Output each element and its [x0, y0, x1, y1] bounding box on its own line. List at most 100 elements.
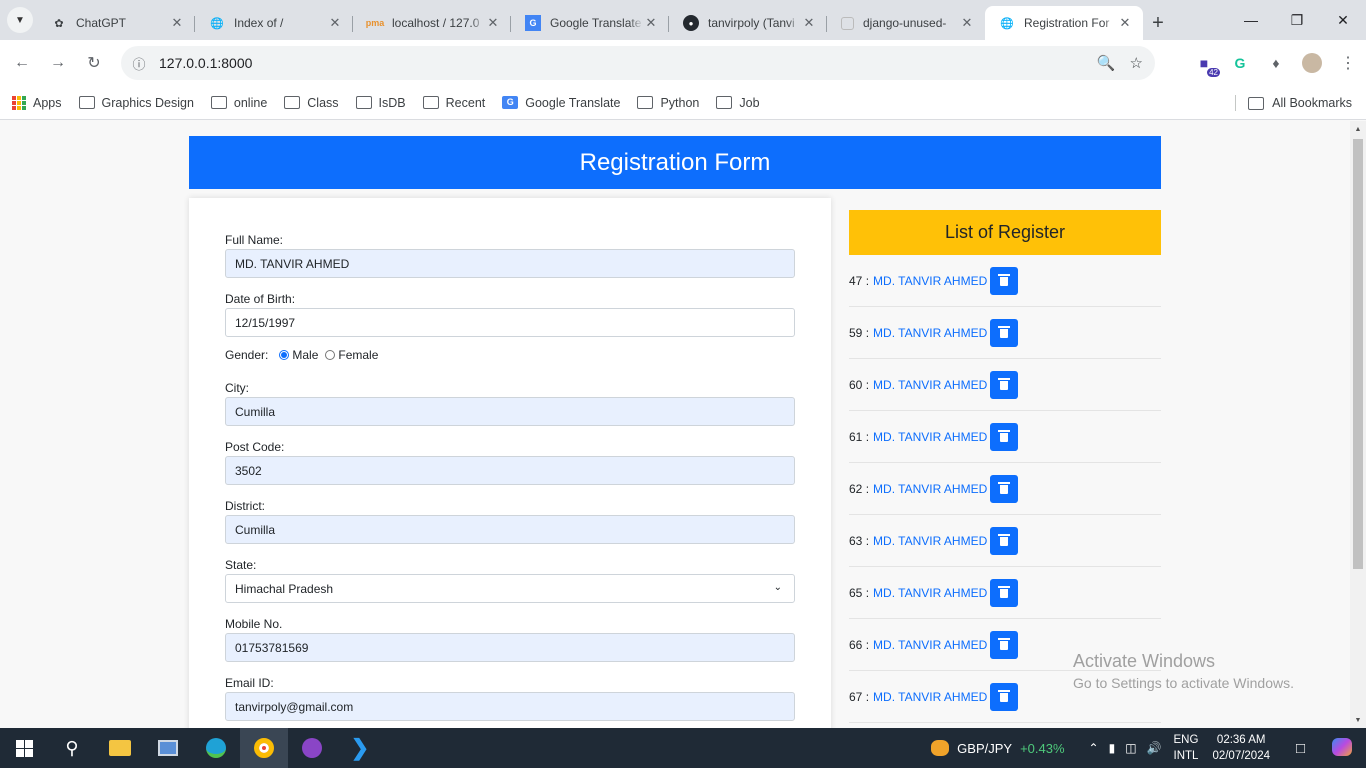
scrollbar-thumb[interactable] — [1353, 139, 1363, 569]
register-link[interactable]: MD. TANVIR AHMED — [873, 378, 987, 392]
folder-icon — [422, 96, 439, 109]
bookmark-star-icon[interactable]: ☆ — [1130, 54, 1143, 72]
browser-tab-active[interactable]: 🌐 Registration For ✕ — [985, 6, 1143, 40]
register-link[interactable]: MD. TANVIR AHMED — [873, 690, 987, 704]
site-info-icon[interactable]: ⓘ — [123, 54, 155, 73]
folder-icon — [210, 96, 227, 109]
bookmark-folder[interactable]: Graphics Design — [78, 96, 194, 110]
close-tab-icon[interactable]: ✕ — [169, 15, 185, 31]
delete-button[interactable] — [990, 266, 1019, 295]
chrome-icon[interactable] — [240, 728, 288, 768]
volume-icon[interactable]: 🔊 — [1147, 741, 1162, 755]
fx-widget[interactable]: GBP/JPY +0.43% — [931, 740, 1065, 756]
dob-field[interactable]: 12/15/1997 — [225, 308, 795, 337]
browser-tab[interactable]: pma localhost / 127.0 ✕ — [353, 6, 511, 40]
delete-button[interactable] — [990, 422, 1019, 451]
full-name-field[interactable]: MD. TANVIR AHMED — [225, 249, 795, 278]
avatar[interactable] — [1294, 47, 1330, 79]
delete-button[interactable] — [990, 474, 1019, 503]
all-bookmarks[interactable]: All Bookmarks — [1248, 86, 1352, 120]
delete-button[interactable] — [990, 526, 1019, 555]
browser-tab[interactable]: django-unused- ✕ — [827, 6, 985, 40]
delete-button[interactable] — [990, 578, 1019, 607]
reload-icon[interactable]: ↻ — [76, 47, 112, 79]
close-tab-icon[interactable]: ✕ — [327, 15, 343, 31]
chevron-up-icon[interactable]: ⌃ — [1089, 741, 1099, 755]
vscode-icon[interactable]: ❯ — [336, 728, 384, 768]
minimize-icon[interactable]: — — [1228, 0, 1274, 40]
register-link[interactable]: MD. TANVIR AHMED — [873, 430, 987, 444]
bookmark-folder[interactable]: Python — [637, 96, 699, 110]
list-item: 65 : MD. TANVIR AHMED — [849, 567, 1161, 619]
github-desktop-icon[interactable] — [288, 728, 336, 768]
scroll-down-icon[interactable]: ▼ — [1350, 712, 1366, 728]
browser-tab[interactable]: ● tanvirpoly (Tanvi ✕ — [669, 6, 827, 40]
grammarly-icon[interactable]: G — [1222, 47, 1258, 79]
register-link[interactable]: MD. TANVIR AHMED — [873, 638, 987, 652]
zoom-icon[interactable]: 🔍 — [1097, 54, 1116, 72]
search-icon[interactable]: ⚲ — [48, 728, 96, 768]
forward-arrow-icon[interactable]: → — [40, 47, 76, 79]
extension-icon[interactable]: ■ 42 — [1186, 47, 1222, 79]
puzzle-icon[interactable]: ♦ — [1258, 47, 1294, 79]
delete-button[interactable] — [990, 630, 1019, 659]
browser-tab[interactable]: G Google Translate ✕ — [511, 6, 669, 40]
gender-female-radio[interactable] — [325, 350, 336, 360]
close-tab-icon[interactable]: ✕ — [801, 15, 817, 31]
bookmark-folder[interactable]: Recent — [422, 96, 485, 110]
state-select[interactable]: Himachal Pradesh ⌄ — [225, 574, 795, 603]
bookmark-folder[interactable]: online — [210, 96, 267, 110]
close-tab-icon[interactable]: ✕ — [1117, 15, 1133, 31]
close-tab-icon[interactable]: ✕ — [959, 15, 975, 31]
page-title: Registration Form — [189, 136, 1161, 189]
battery-icon[interactable]: ▮ — [1109, 741, 1116, 755]
file-explorer-icon[interactable] — [96, 728, 144, 768]
network-icon[interactable]: ◫ — [1125, 741, 1136, 755]
system-tray: GBP/JPY +0.43% ⌃ ▮ ◫ 🔊 ENG INTL 02:36 AM… — [931, 728, 1366, 768]
mobile-field[interactable]: 01753781569 — [225, 633, 795, 662]
delete-button[interactable] — [990, 370, 1019, 399]
list-item: 62 : MD. TANVIR AHMED — [849, 463, 1161, 515]
browser-tab[interactable]: ✿ ChatGPT ✕ — [37, 6, 195, 40]
email-field[interactable]: tanvirpoly@gmail.com — [225, 692, 795, 721]
register-link[interactable]: MD. TANVIR AHMED — [873, 586, 987, 600]
language-indicator[interactable]: ENG INTL — [1174, 732, 1199, 764]
windows-taskbar: ⚲ ❯ GBP/JPY +0.43% ⌃ ▮ ◫ 🔊 ENG INTL 02:3… — [0, 728, 1366, 768]
bookmark-folder[interactable]: IsDB — [355, 96, 406, 110]
delete-button[interactable] — [990, 682, 1019, 711]
copilot-icon[interactable] — [1332, 737, 1366, 759]
menu-icon[interactable]: ⋮ — [1330, 47, 1366, 79]
tab-search-button[interactable]: ▼ — [7, 7, 33, 33]
bookmark-apps[interactable]: Apps — [12, 95, 62, 110]
restore-icon[interactable]: ❐ — [1274, 0, 1320, 40]
scroll-up-icon[interactable]: ▲ — [1350, 121, 1366, 137]
bookmark-folder[interactable]: Class — [284, 96, 339, 110]
edge-icon[interactable] — [192, 728, 240, 768]
register-link[interactable]: MD. TANVIR AHMED — [873, 326, 987, 340]
notification-icon[interactable]: □ — [1296, 740, 1332, 757]
clock[interactable]: 02:36 AM 02/07/2024 — [1212, 732, 1270, 764]
bookmark-folder[interactable]: Job — [716, 96, 760, 110]
browser-tab[interactable]: 🌐 Index of / ✕ — [195, 6, 353, 40]
control-panel-icon[interactable] — [144, 728, 192, 768]
start-button[interactable] — [0, 728, 48, 768]
back-arrow-icon[interactable]: ← — [4, 47, 40, 79]
close-tab-icon[interactable]: ✕ — [643, 15, 659, 31]
full-name-label: Full Name: — [225, 233, 284, 247]
register-link[interactable]: MD. TANVIR AHMED — [873, 534, 987, 548]
delete-button[interactable] — [990, 318, 1019, 347]
district-field[interactable]: Cumilla — [225, 515, 795, 544]
new-tab-button[interactable]: + — [1143, 6, 1173, 40]
address-bar[interactable]: ⓘ 127.0.0.1:8000 🔍 ☆ — [121, 46, 1155, 80]
register-link[interactable]: MD. TANVIR AHMED — [873, 274, 987, 288]
gender-male-radio[interactable] — [279, 350, 290, 360]
url-text[interactable]: 127.0.0.1:8000 — [159, 55, 252, 71]
tab-title: django-unused- — [863, 16, 947, 30]
close-tab-icon[interactable]: ✕ — [485, 15, 501, 31]
close-window-icon[interactable]: ✕ — [1320, 0, 1366, 40]
post-code-field[interactable]: 3502 — [225, 456, 795, 485]
bookmark-google-translate[interactable]: G Google Translate — [502, 96, 620, 110]
page-scrollbar[interactable]: ▲ ▼ — [1350, 121, 1366, 728]
city-field[interactable]: Cumilla — [225, 397, 795, 426]
register-link[interactable]: MD. TANVIR AHMED — [873, 482, 987, 496]
